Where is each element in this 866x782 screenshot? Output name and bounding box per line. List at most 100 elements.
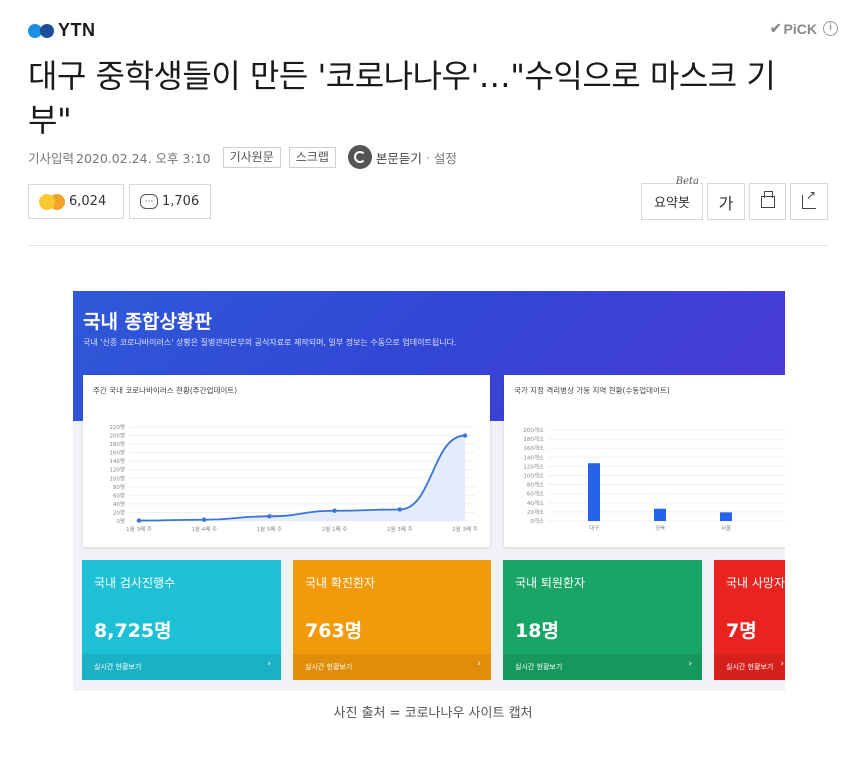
y-tick-label: 160명 [109, 450, 125, 457]
stat-link: 실시간 현황보기 [726, 663, 774, 671]
bar [588, 463, 600, 521]
y-tick-label: 80명 [113, 484, 125, 491]
summary-bot-button[interactable]: 요약봇 Beta [641, 176, 703, 220]
x-tick-label: 1월 3째 주 [126, 525, 152, 533]
stat-value: 763명 [305, 620, 363, 642]
font-size-button[interactable]: 가 [707, 183, 745, 220]
share-button[interactable] [790, 183, 828, 220]
y-tick-label: 200명 [109, 433, 125, 440]
divider [28, 245, 829, 246]
check-icon: ✔ [769, 20, 782, 36]
stat-value: 8,725명 [94, 620, 172, 642]
listen-label: 본문듣기 [375, 150, 422, 166]
logo-dot-icon [40, 23, 54, 38]
y-tick-label: 180개소 [523, 435, 544, 443]
data-point [136, 518, 142, 523]
stat-label: 국내 검사진행수 [94, 576, 176, 590]
y-tick-label: 80개소 [527, 481, 544, 489]
comment-count: 1,706 [162, 194, 200, 209]
settings-link[interactable]: 설정 [434, 148, 457, 167]
info-icon[interactable]: i [823, 21, 838, 36]
top-bar: YTN ✔ PiCK i [28, 18, 838, 44]
published-label: 기사입력 [28, 150, 75, 166]
beta-badge: Beta [674, 176, 700, 187]
stat-value: 7명 [726, 620, 757, 642]
y-tick-label: 60명 [113, 492, 125, 499]
y-tick-label: 220명 [109, 424, 125, 431]
article-title: 대구 중학생들이 만든 '코로나나우'…"수익으로 마스크 기부" [28, 57, 776, 139]
stat-footer[interactable]: 실시간 현황보기 › [82, 654, 281, 680]
logo-text: YTN [58, 20, 96, 40]
y-tick-label: 120개소 [523, 462, 544, 470]
stat-label: 국내 퇴원환자 [515, 576, 586, 590]
x-tick-label: 서울 [721, 524, 731, 532]
bar [654, 508, 666, 521]
data-point [202, 517, 207, 522]
comment-icon: ··· [140, 194, 158, 209]
stat-link: 실시간 현황보기 [515, 663, 563, 671]
dashboard-subtitle: 국내 '신종 코로나바이러스' 상황은 질병관리본부의 공식자료로 제작되며, … [83, 338, 457, 347]
headphone-icon [347, 145, 372, 169]
stat-label: 국내 사망자 [726, 576, 785, 590]
stat-footer[interactable]: 실시간 현황보기 › [503, 654, 702, 680]
y-tick-label: 40명 [113, 501, 125, 508]
dashboard-title: 국내 종합상황판 [83, 311, 212, 333]
x-tick-label: 대구 [589, 524, 599, 532]
y-tick-label: 100개소 [523, 472, 544, 480]
stat-card-recovered[interactable]: 국내 퇴원환자 18명 실시간 현황보기 › [503, 560, 702, 680]
bar-chart: 0개소20개소40개소60개소80개소100개소 120개소140개소160개소1… [523, 426, 785, 532]
emoji-icon [39, 193, 65, 210]
stat-footer[interactable]: 실시간 현황보기 › [293, 654, 491, 680]
y-tick-label: 100명 [109, 475, 125, 482]
stat-card-tests[interactable]: 국내 검사진행수 8,725명 실시간 현황보기 › [82, 560, 281, 680]
summary-label: 요약봇 [654, 196, 690, 211]
pick-label: PiCK [783, 20, 817, 37]
y-tick-label: 160개소 [523, 444, 544, 452]
share-icon [802, 188, 816, 209]
article-meta: 기사입력 2020.02.24. 오후 3:10 기사원문 스크랩 본문듣기 ·… [28, 145, 457, 169]
stat-label: 국내 확진환자 [305, 576, 376, 590]
y-tick-label: 180명 [109, 441, 125, 448]
data-point [332, 508, 337, 513]
print-button[interactable] [749, 183, 786, 220]
y-tick-label: 0명 [116, 518, 125, 525]
reaction-button[interactable]: 6,024 [28, 184, 124, 219]
font-size-label: 가 [718, 193, 734, 213]
image-caption: 사진 출처 = 코로나나우 사이트 캡처 [333, 706, 533, 721]
line-chart: 0명 20명40명 60명80명 100명120명 140명160명 180명200명 22… [109, 424, 478, 533]
y-tick-label: 120명 [109, 467, 125, 474]
original-article-button[interactable]: 기사원문 [222, 146, 281, 168]
stat-card-confirmed[interactable]: 국내 확진환자 763명 실시간 현황보기 › [293, 560, 491, 680]
separator-dot: · [425, 149, 430, 165]
y-tick-label: 60개소 [527, 490, 544, 498]
stat-value: 18명 [515, 620, 559, 642]
x-tick-label: 2월 1째 주 [322, 525, 348, 533]
scrap-button[interactable]: 스크랩 [288, 146, 336, 168]
chevron-right-icon: › [688, 659, 692, 669]
y-tick-label: 20개소 [527, 508, 544, 516]
x-tick-label: 2월 3째 주 [452, 525, 478, 533]
y-tick-label: 0개소 [530, 517, 544, 525]
stat-footer[interactable]: 실시간 현황보기 › [714, 654, 785, 680]
line-chart-card: 주간 국내 코로나바이러스 현황(주간업데이트) 0명 20명 40명 60명 80명 1… [83, 375, 490, 547]
data-point [462, 433, 468, 438]
chevron-right-icon: › [267, 659, 271, 669]
bar-chart-card: 국가 지정 격리병상 가동 지역 현황(수동업데이트) 0개소 20개소 40개소 6… [504, 375, 785, 547]
chevron-right-icon: › [780, 659, 784, 669]
stat-link: 실시간 현황보기 [94, 663, 142, 671]
pick-badge[interactable]: ✔ PiCK i [770, 20, 838, 37]
reaction-count: 6,024 [69, 194, 107, 209]
bar [720, 512, 732, 521]
x-tick-label: 1월 5째 주 [257, 525, 283, 533]
x-tick-label: 1월 4째 주 [191, 525, 217, 533]
stat-card-deaths[interactable]: 국내 사망자 7명 실시간 현황보기 › [714, 560, 785, 680]
print-icon [760, 190, 775, 208]
ytn-logo[interactable]: YTN [28, 20, 96, 41]
x-tick-label: 경북 [655, 525, 665, 532]
article-image: 국내 종합상황판 국내 '신종 코로나바이러스' 상황은 질병관리본부의 공식자… [73, 291, 785, 691]
stat-link: 실시간 현황보기 [305, 663, 353, 671]
comment-button[interactable]: ··· 1,706 [129, 184, 211, 219]
listen-button[interactable]: 본문듣기 [347, 145, 422, 169]
y-tick-label: 200개소 [523, 426, 544, 434]
data-point [267, 514, 272, 519]
